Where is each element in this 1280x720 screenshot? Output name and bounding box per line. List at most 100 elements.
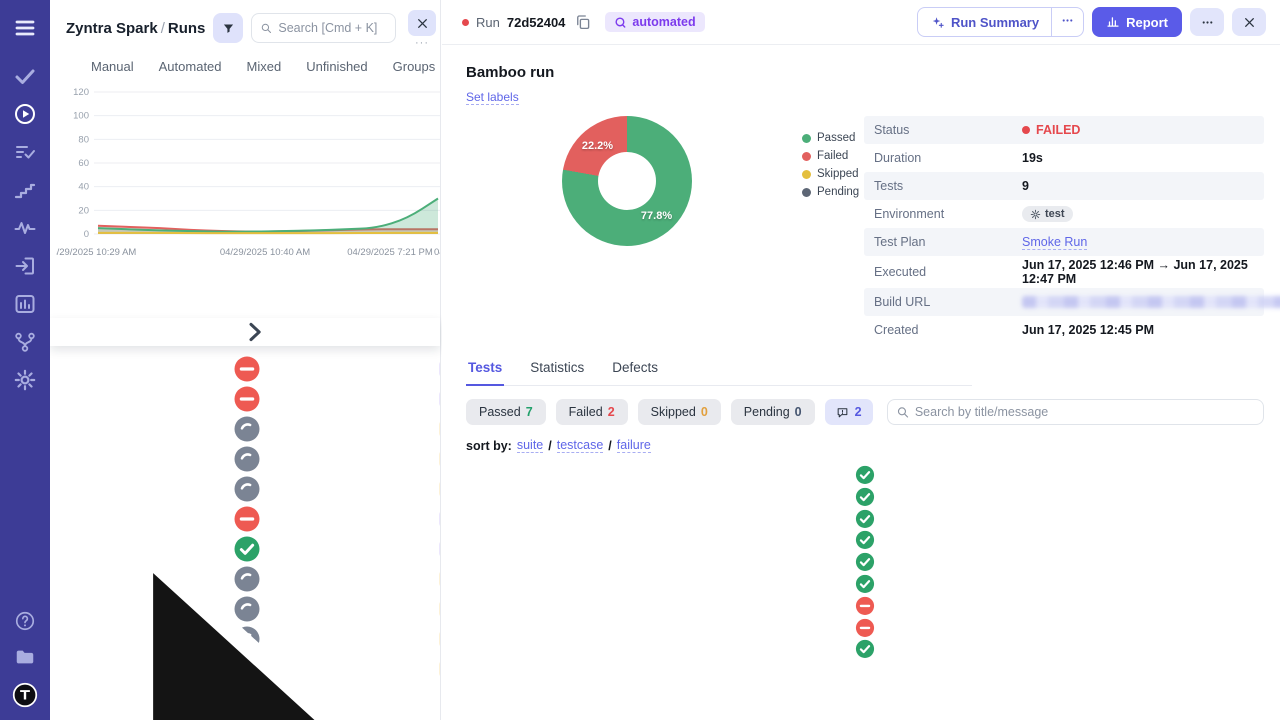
chevron-right-icon[interactable] xyxy=(77,684,432,714)
sidebar-item-branches-icon[interactable] xyxy=(13,330,37,354)
sidebar-item-tests-check-icon[interactable] xyxy=(13,64,37,88)
filter-pending-pill[interactable]: Pending0 xyxy=(731,399,815,425)
test-row[interactable]: @first Create Todos... New todos should … xyxy=(466,617,1264,639)
test-row[interactable]: @first Create Todos... Text input field … xyxy=(466,573,1264,595)
sort-by-suite[interactable]: suite xyxy=(517,438,543,453)
run-row[interactable]: Automated tests at 15 Jun 2025 15:08 fro… xyxy=(50,504,440,534)
sidebar-item-app-logo-icon[interactable] xyxy=(12,682,38,708)
test-row[interactable]: @first Create Todos... Create a new todo… xyxy=(466,464,1264,486)
run-summary-button-group: Run Summary xyxy=(917,7,1084,37)
report-label: Report xyxy=(1126,15,1168,30)
sidebar-item-help-icon[interactable] xyxy=(14,610,36,632)
sidebar-item-test-plans-icon[interactable] xyxy=(13,140,37,164)
sort-separator: / xyxy=(608,439,611,453)
test-row[interactable]: @first Create Todos... Todos containing … xyxy=(466,529,1264,551)
breadcrumb-project[interactable]: Zyntra Spark xyxy=(66,20,158,37)
reports-chart-icon xyxy=(13,292,37,316)
test-row[interactable]: @first Create Todos... Todos containing … xyxy=(466,551,1264,573)
chevron-right-icon[interactable] xyxy=(77,318,432,346)
run-summary-more-button[interactable] xyxy=(1052,8,1083,36)
set-labels-link[interactable]: Set labels xyxy=(466,90,519,105)
status-failed-icon xyxy=(62,354,432,384)
comment-icon xyxy=(836,406,849,419)
more-actions-button[interactable] xyxy=(1190,8,1224,36)
sort-by-testcase[interactable]: testcase xyxy=(557,438,604,453)
run-row[interactable]: Chat functinality test Copy from Custom … xyxy=(50,444,440,474)
donut-legend: PassedFailedSkippedPending xyxy=(802,132,859,344)
filter-label: Failed xyxy=(569,405,603,419)
sort-by-failure[interactable]: failure xyxy=(617,438,651,453)
run-row[interactable]: LMP-554 05/04 check Happy Path 146 tests xyxy=(50,414,440,444)
tests-search-input[interactable] xyxy=(915,405,1255,419)
menu-icon xyxy=(13,16,37,40)
tab-defects[interactable]: Defects xyxy=(610,360,660,385)
filter-label: Skipped xyxy=(651,405,696,419)
comments-filter-pill[interactable]: 2 xyxy=(825,399,873,425)
runs-play-icon xyxy=(13,102,37,126)
status-finished-icon xyxy=(62,594,432,624)
sidebar-item-runs-play-icon[interactable] xyxy=(13,102,37,126)
manual-run-icon xyxy=(439,480,440,498)
sidebar-item-settings-gear-icon[interactable] xyxy=(13,368,37,392)
automated-badge-label: automated xyxy=(632,15,695,29)
detail-label: Tests xyxy=(874,179,1022,193)
svg-text:20: 20 xyxy=(78,205,89,216)
run-row[interactable]: Bamboo run from Smoke Run test 9 tests xyxy=(50,354,440,384)
filter-failed-pill[interactable]: Failed2 xyxy=(556,399,628,425)
report-button[interactable]: Report xyxy=(1092,7,1182,37)
runs-search-input[interactable] xyxy=(278,21,387,35)
milestone-folder-row[interactable]: Build 981 88 tests2 runs xyxy=(50,684,440,714)
run-summary-label: Run Summary xyxy=(951,15,1039,30)
settings-gear-icon xyxy=(13,368,37,392)
status-failed-icon xyxy=(62,504,432,534)
filter-passed-pill[interactable]: Passed7 xyxy=(466,399,546,425)
test-row[interactable]: @first Create Todos... Footer should be … xyxy=(466,638,1264,660)
svg-text:60: 60 xyxy=(78,158,89,169)
run-detail-content: Bamboo run Set labels 77.8%22.2% PassedF… xyxy=(442,45,1280,660)
run-summary-button[interactable]: Run Summary xyxy=(918,8,1051,36)
svg-text:0: 0 xyxy=(84,229,89,240)
runs-tab-unfinished[interactable]: Unfinished xyxy=(306,59,367,74)
runs-tab-automated[interactable]: Automated xyxy=(159,59,222,74)
close-run-button[interactable] xyxy=(1232,8,1266,36)
automated-badge[interactable]: automated xyxy=(605,12,704,32)
status-passed-icon xyxy=(62,534,432,564)
run-details-table: StatusFAILEDDuration19sTests9Environment… xyxy=(864,116,1264,344)
sidebar-item-analytics-pulse-icon[interactable] xyxy=(13,216,37,240)
filter-count: 0 xyxy=(701,405,708,419)
run-row[interactable]: Manual tests at 13 Jun 2025 12:13 from C… xyxy=(50,624,440,654)
runs-tab-manual[interactable]: Manual xyxy=(91,59,134,74)
runs-tab-mixed[interactable]: Mixed xyxy=(247,59,282,74)
manual-run-icon xyxy=(439,420,440,438)
test-status-filters: Passed7 Failed2 Skipped 0 Pending0 2 xyxy=(466,399,1264,425)
sort-separator: / xyxy=(548,439,551,453)
test-row[interactable]: @first Create Todos... Create multiple t… xyxy=(466,486,1264,508)
copy-run-id-button[interactable] xyxy=(574,13,592,31)
funnel-icon xyxy=(222,22,235,35)
test-row[interactable]: @first Create Todos... Text input should… xyxy=(466,595,1264,617)
filter-label: Passed xyxy=(479,405,521,419)
runs-tab-groups[interactable]: Groups xyxy=(393,59,436,74)
sidebar-item-projects-folder-icon[interactable] xyxy=(14,646,36,668)
run-row[interactable]: Manual tests at 17 Jun 2025 10:09 from p… xyxy=(50,474,440,504)
run-row[interactable]: Manual tests at 13 Jun 2025 12:13 748 te… xyxy=(50,654,440,684)
run-row[interactable]: Manual tests at 13 Jun 2025 12:17 from C… xyxy=(50,564,440,594)
breadcrumb-separator: / xyxy=(161,20,165,37)
filter-skipped-pill[interactable]: Skipped 0 xyxy=(638,399,721,425)
sidebar-item-import-icon[interactable] xyxy=(13,254,37,278)
test-row[interactable]: @first Create Todos... Todos containing … xyxy=(466,508,1264,530)
tab-statistics[interactable]: Statistics xyxy=(528,360,586,385)
test-plan-link[interactable]: Smoke Run xyxy=(1022,235,1087,250)
redacted-build-url xyxy=(1022,296,1280,308)
sidebar-item-milestones-steps-icon[interactable] xyxy=(13,178,37,202)
milestone-folder-row[interactable]: Bravo milestone 124 tests33 runs xyxy=(50,318,440,346)
run-row[interactable]: Manual tests at 13 Jun 2025 12:16 from C… xyxy=(50,594,440,624)
automated-run-icon xyxy=(439,390,440,408)
sidebar-item-reports-chart-icon[interactable] xyxy=(13,292,37,316)
tab-tests[interactable]: Tests xyxy=(466,360,504,386)
filter-button[interactable] xyxy=(213,13,243,43)
run-row[interactable]: Teamcity run from Smoke Run 9 tests xyxy=(50,384,440,414)
run-row[interactable]: Automated tests at 15 Jun 2025 15:01 fro… xyxy=(50,534,440,564)
close-panel-button[interactable] xyxy=(408,10,436,36)
sidebar-item-menu-icon[interactable] xyxy=(13,16,37,40)
